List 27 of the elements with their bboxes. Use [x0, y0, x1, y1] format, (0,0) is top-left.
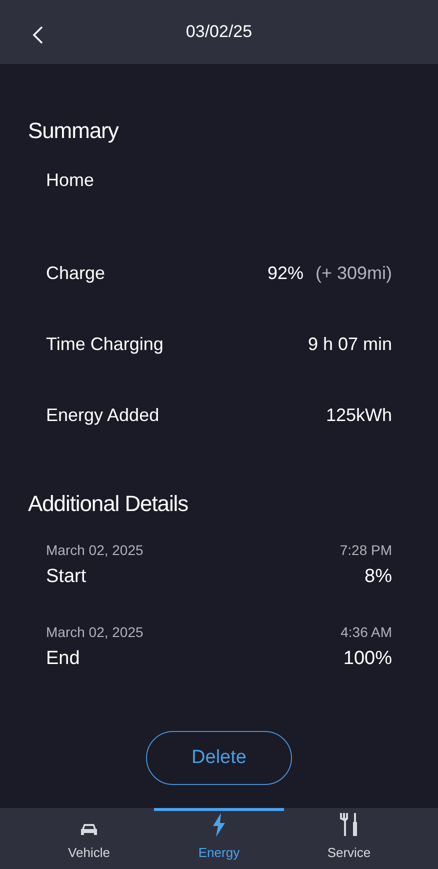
entry-time: 4:36 AM: [340, 622, 392, 642]
lightning-bolt-icon: [211, 812, 227, 836]
back-icon[interactable]: [32, 26, 44, 44]
entry-value: 8%: [364, 565, 392, 589]
row-label: Energy Added: [46, 404, 160, 427]
nav-tab[interactable]: Energy: [154, 808, 284, 869]
range-added: (+ 309mi): [315, 262, 392, 285]
row-value: 9 h 07 min: [308, 333, 392, 356]
section-title: Summary: [27, 117, 120, 145]
row-label: Charge: [46, 262, 106, 285]
screen-title: 03/02/25: [186, 21, 252, 44]
location-label: Home: [45, 169, 96, 192]
tools-icon: [339, 812, 359, 836]
row-label: Time Charging: [46, 333, 164, 356]
entry-label: End: [46, 646, 80, 670]
entry-date: March 02, 2025: [46, 622, 144, 642]
entry-label: Start: [46, 565, 86, 589]
row-value: 92%: [267, 262, 304, 285]
delete-button[interactable]: Delete: [146, 731, 292, 785]
section-title: Additional Details: [27, 490, 190, 518]
entry-date: March 02, 2025: [46, 541, 144, 560]
nav-tab[interactable]: Service: [284, 808, 414, 869]
row-value: 125kWh: [326, 404, 392, 427]
entry-time: 7:28 PM: [340, 541, 392, 560]
nav-tab[interactable]: Vehicle: [24, 808, 154, 869]
entry-value: 100%: [343, 646, 392, 670]
car-icon: [80, 822, 98, 836]
